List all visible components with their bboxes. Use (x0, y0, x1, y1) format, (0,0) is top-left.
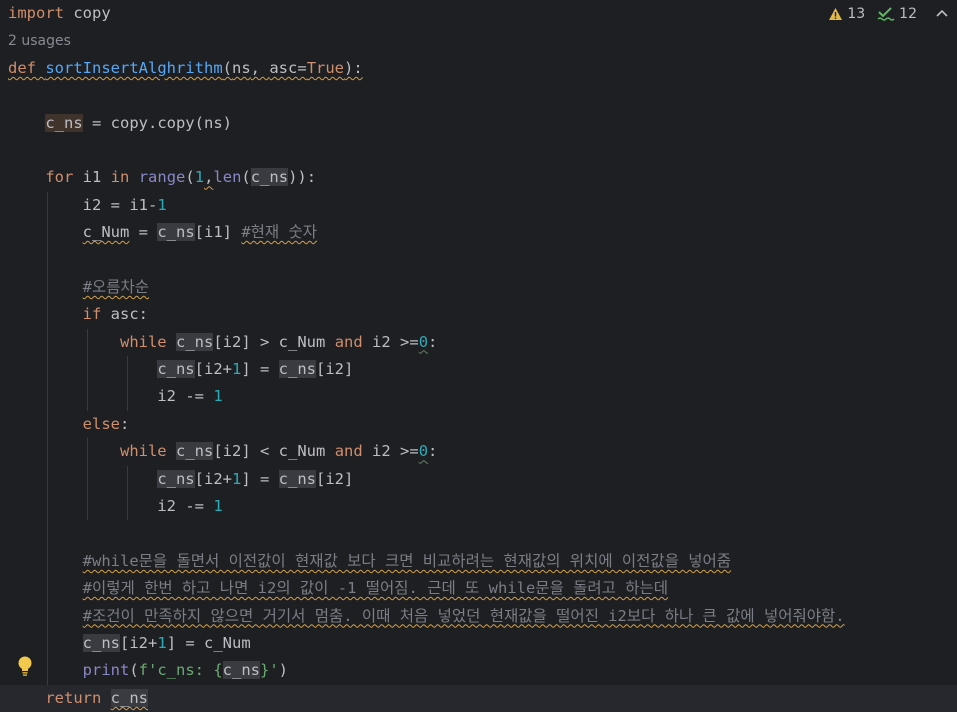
var-c-ns: c_ns (176, 442, 214, 461)
var-c-ns: c_ns (45, 113, 83, 132)
code-line-12[interactable]: while c_ns[i2] > c_Num and i2 >=0: (0, 328, 957, 357)
code-line-16[interactable]: while c_ns[i2] < c_Num and i2 >=0: (0, 438, 957, 466)
var-c-ns: c_ns (157, 469, 195, 488)
function-name: sortInsertAlghrithm (45, 58, 223, 77)
keyword-and: and (334, 332, 363, 351)
code-line-usages[interactable]: 2 usages (0, 27, 957, 54)
var-c-ns: c_ns (278, 469, 316, 488)
code-line-25[interactable]: return c_ns (0, 684, 957, 712)
var-c-ns: c_ns (278, 360, 316, 379)
code-line-22[interactable]: #조건이 만족하지 않으면 거기서 멈춤. 이때 처음 넣었던 현재값을 떨어진… (0, 602, 957, 630)
number-literal: 1 (157, 195, 167, 214)
var-i2: i2 (325, 360, 345, 379)
copy-call: copy.copy (110, 113, 195, 132)
code-line-5[interactable] (0, 137, 957, 164)
var-c-num: c_Num (278, 442, 326, 461)
comment-line-1: #while문을 돌면서 이전값이 현재값 보다 크면 비교하려는 현재값의 위… (82, 551, 732, 570)
var-i1: i1 (129, 195, 148, 214)
comment-line-2: #이렇게 한번 하고 나면 i2의 값이 -1 떨어짐. 근데 또 while문… (82, 579, 669, 598)
var-i2: i2 (372, 332, 391, 351)
keyword-in: in (110, 168, 130, 187)
keyword-return: return (45, 688, 102, 707)
number-literal: 1 (213, 387, 223, 406)
builtin-len: len (213, 168, 242, 187)
var-i2: i2 (203, 360, 223, 379)
var-c-num: c_Num (278, 332, 326, 351)
number-literal: 1 (213, 497, 223, 516)
code-editor[interactable]: import copy 2 usages def sortInsertAlghr… (0, 0, 957, 712)
var-i1: i1 (82, 168, 102, 187)
var-i2: i2 (157, 497, 176, 516)
code-line-8[interactable]: c_Num = c_ns[i1] #현재 숫자 (0, 219, 957, 247)
var-i2: i2 (325, 469, 345, 488)
number-literal: 1 (232, 360, 242, 379)
fstring-close: }' (260, 661, 279, 680)
var-i2: i2 (129, 633, 148, 652)
keyword-while: while (119, 332, 167, 351)
var-i2: i2 (222, 332, 242, 351)
number-literal: 0 (418, 442, 429, 461)
code-line-13[interactable]: c_ns[i2+1] = c_ns[i2] (0, 356, 957, 384)
code-line-15[interactable]: else: (0, 410, 957, 439)
code-line-4[interactable]: c_ns = copy.copy(ns) (0, 110, 957, 137)
keyword-import: import (8, 4, 64, 22)
var-c-ns: c_ns (250, 168, 289, 187)
code-line-3[interactable] (0, 82, 957, 109)
code-line-14[interactable]: i2 -= 1 (0, 383, 957, 411)
keyword-if: if (82, 305, 102, 324)
var-i2: i2 (372, 442, 391, 461)
number-literal: 1 (194, 168, 205, 187)
var-c-ns: c_ns (157, 360, 195, 379)
code-line-6[interactable]: for i1 in range(1,len(c_ns)): (0, 164, 957, 191)
code-line-20[interactable]: #while문을 돌면서 이전값이 현재값 보다 크면 비교하려는 현재값의 위… (0, 547, 957, 576)
code-line-19[interactable] (0, 520, 957, 548)
code-line-9[interactable] (0, 246, 957, 274)
var-asc: asc (110, 305, 139, 324)
code-line-10[interactable]: #오름차순 (0, 273, 957, 302)
builtin-print: print (82, 661, 130, 680)
var-i2: i2 (203, 469, 223, 488)
comment-asc: #오름차순 (82, 277, 150, 296)
code-line-24[interactable]: print(f'c_ns: {c_ns}') (0, 657, 957, 685)
code-line-17[interactable]: c_ns[i2+1] = c_ns[i2] (0, 465, 957, 494)
keyword-else: else (82, 414, 120, 433)
var-i1: i1 (204, 223, 223, 242)
var-c-num: c_Num (82, 223, 130, 242)
number-literal: 0 (418, 332, 429, 351)
keyword-true: True (306, 58, 345, 77)
var-i2: i2 (157, 387, 176, 406)
code-line-21[interactable]: #이렇게 한번 하고 나면 i2의 값이 -1 떨어짐. 근데 또 while문… (0, 575, 957, 603)
number-literal: 1 (157, 633, 167, 652)
comment-current: #현재 숫자 (241, 223, 318, 242)
code-line-18[interactable]: i2 -= 1 (0, 493, 957, 521)
var-c-ns: c_ns (222, 661, 260, 680)
code-line-2[interactable]: def sortInsertAlghrithm(ns, asc=True): (0, 55, 957, 82)
param-ns: ns (232, 58, 251, 77)
module-name: copy (73, 4, 111, 22)
comment-line-3: #조건이 만족하지 않으면 거기서 멈춤. 이때 처음 넣었던 현재값을 떨어진… (82, 606, 845, 625)
fstring-open: f'c_ns: { (138, 661, 223, 680)
usages-hint[interactable]: 2 usages (8, 33, 71, 49)
var-c-ns: c_ns (176, 332, 214, 351)
builtin-range: range (138, 168, 186, 187)
lightbulb-icon[interactable] (16, 655, 34, 677)
code-line-11[interactable]: if asc: (0, 301, 957, 329)
number-literal: 1 (232, 469, 242, 488)
var-c-ns: c_ns (82, 633, 120, 652)
param-asc: asc (269, 58, 298, 77)
code-line-23[interactable]: c_ns[i2+1] = c_Num (0, 629, 957, 658)
keyword-and: and (334, 442, 363, 461)
keyword-def: def (8, 58, 36, 77)
var-c-ns: c_ns (157, 223, 195, 242)
keyword-for: for (45, 168, 74, 187)
var-c-ns: c_ns (110, 688, 148, 707)
var-c-num: c_Num (204, 633, 251, 652)
code-line-7[interactable]: i2 = i1-1 (0, 191, 957, 220)
arg-ns: ns (204, 113, 223, 132)
code-line-1[interactable]: import copy (0, 0, 957, 27)
var-i2: i2 (222, 442, 242, 461)
keyword-while: while (119, 442, 167, 461)
var-i2: i2 (82, 195, 102, 214)
